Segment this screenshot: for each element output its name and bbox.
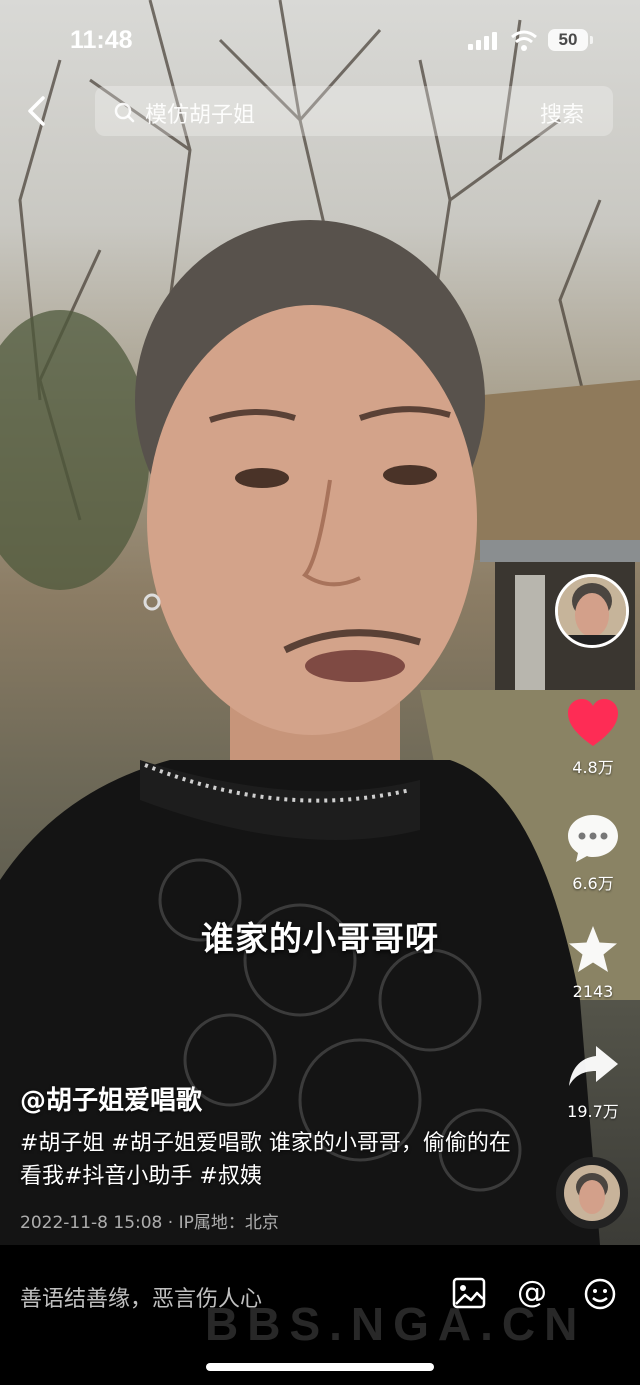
status-time: 11:48	[70, 26, 133, 54]
comment-bar: 善语结善缘，恶言伤人心 @ BBS.NGA.CN	[0, 1245, 640, 1385]
author-name[interactable]: @胡子姐爱唱歌	[20, 1080, 202, 1117]
music-disc-cover	[564, 1165, 620, 1221]
search-bar[interactable]: 模仿胡子姐 搜索	[95, 86, 613, 136]
comment-icon	[568, 815, 618, 862]
video-frame-illustration	[0, 0, 640, 1245]
comment-count: 6.6万	[572, 874, 614, 893]
video-subtitle: 谁家的小哥哥呀	[201, 919, 439, 958]
favorite-count: 2143	[572, 982, 614, 1001]
comment-button[interactable]: 6.6万	[548, 812, 638, 894]
search-input[interactable]: 模仿胡子姐	[145, 97, 255, 129]
search-icon	[114, 102, 135, 123]
cellular-signal-icon	[468, 32, 497, 50]
wifi-icon	[511, 30, 537, 51]
status-bar: 11:48 50	[0, 24, 640, 64]
battery-indicator: 50	[548, 29, 588, 51]
avatar-image	[558, 577, 626, 645]
share-button[interactable]: 19.7万	[548, 1040, 638, 1122]
video-description[interactable]: #胡子姐 #胡子姐爱唱歌 谁家的小哥哥，偷偷的在看我#抖音小助手 #叔姨	[20, 1127, 530, 1193]
music-disc[interactable]	[556, 1157, 628, 1229]
video-player[interactable]	[0, 0, 640, 1245]
video-meta: 2022-11-8 15:08 · IP属地：北京	[20, 1213, 279, 1233]
search-button[interactable]: 搜索	[540, 97, 584, 129]
author-avatar[interactable]	[555, 574, 629, 648]
back-arrow-icon[interactable]	[18, 92, 56, 130]
watermark: BBS.NGA.CN	[205, 1298, 587, 1350]
share-count: 19.7万	[567, 1102, 619, 1121]
heart-icon	[568, 699, 618, 746]
like-count: 4.8万	[572, 758, 614, 777]
like-button[interactable]: 4.8万	[548, 698, 638, 778]
emoji-icon[interactable]	[583, 1277, 617, 1311]
share-icon	[569, 1046, 618, 1086]
battery-tip	[590, 36, 593, 44]
home-indicator[interactable]	[206, 1363, 434, 1371]
